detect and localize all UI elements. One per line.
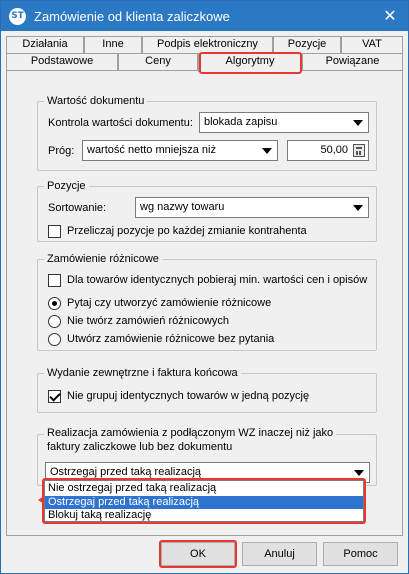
window-title: Zamówienie od klienta zaliczkowe [34, 9, 230, 24]
realizacja-value: Ostrzegaj przed taką realizacją [50, 466, 202, 478]
tab-algorytmy[interactable]: Algorytmy [198, 53, 302, 72]
prog-amount: 50,00 [320, 144, 348, 156]
sortowanie-label: Sortowanie: [48, 202, 107, 214]
close-icon[interactable]: ✕ [380, 6, 400, 26]
tab-powiazane[interactable]: Powiązane [302, 53, 403, 70]
min-wartosci-checkbox[interactable] [48, 274, 61, 287]
group-wartosc-dokumentu: Wartość dokumentu Kontrola wartości doku… [37, 94, 377, 171]
dropdown-option-nie-ostrzegaj[interactable]: Nie ostrzegaj przed taką realizacją [45, 482, 363, 495]
kontrola-value: blokada zapisu [204, 116, 278, 128]
kontrola-combo[interactable]: blokada zapisu [199, 112, 369, 133]
tab-podpis-elektroniczny[interactable]: Podpis elektroniczny [142, 36, 273, 53]
cancel-button[interactable]: Anuluj [242, 542, 317, 566]
ok-button[interactable]: OK [161, 542, 235, 566]
calculator-icon[interactable] [353, 144, 365, 157]
title-bar[interactable]: ST Zamówienie od klienta zaliczkowe ✕ [1, 1, 408, 31]
chevron-down-icon [354, 470, 364, 476]
chevron-down-icon [353, 205, 363, 211]
radio-utworz[interactable] [48, 333, 61, 346]
prog-label: Próg: [48, 145, 75, 157]
radio-pytaj[interactable] [48, 297, 61, 310]
app-logo-icon: ST [9, 8, 26, 25]
prog-amount-input[interactable]: 50,00 [287, 140, 369, 161]
przeliczaj-label: Przeliczaj pozycje po każdej zmianie kon… [67, 225, 307, 237]
tab-podstawowe[interactable]: Podstawowe [6, 53, 118, 70]
dropdown-option-blokuj[interactable]: Blokuj taką realizację [45, 509, 363, 522]
legend-line-1: Realizacja zamówienia z podłączonym WZ i… [47, 427, 334, 439]
dropdown-option-ostrzegaj[interactable]: Ostrzegaj przed taką realizacją [45, 496, 363, 509]
group-zamowienie-roznicowe: Zamówienie różnicowe Dla towarów identyc… [37, 252, 377, 351]
legend-line-2: faktury zaliczkowe lub bez dokumentu [47, 441, 233, 453]
algorytmy-panel: Wartość dokumentu Kontrola wartości doku… [6, 70, 403, 536]
group-legend: Pozycje [44, 179, 89, 193]
tab-inne[interactable]: Inne [84, 36, 142, 53]
radio-nie-tworz-label: Nie twórz zamówień różnicowych [67, 315, 229, 327]
radio-pytaj-label: Pytaj czy utworzyć zamówienie różnicowe [67, 297, 272, 309]
min-wartosci-label: Dla towarów identycznych pobieraj min. w… [67, 274, 368, 286]
tab-pozycje[interactable]: Pozycje [273, 36, 341, 53]
tab-dzialania[interactable]: Działania [6, 36, 84, 53]
pointer-arrow-icon [38, 496, 44, 504]
tab-ceny[interactable]: Ceny [118, 53, 198, 70]
realizacja-dropdown-list: Nie ostrzegaj przed taką realizacją Ostr… [44, 480, 364, 522]
group-legend: Wartość dokumentu [44, 94, 148, 108]
help-button[interactable]: Pomoc [323, 542, 398, 566]
group-wydanie-zewnetrzne: Wydanie zewnętrzne i faktura końcowa Nie… [37, 366, 377, 413]
dialog-window: ST Zamówienie od klienta zaliczkowe ✕ Dz… [0, 0, 409, 574]
tab-vat[interactable]: VAT [341, 36, 403, 53]
prog-value: wartość netto mniejsza niż [87, 144, 216, 156]
group-legend: Realizacja zamówienia z podłączonym WZ i… [44, 426, 337, 454]
sortowanie-value: wg nazwy towaru [140, 201, 225, 213]
chevron-down-icon [262, 148, 272, 154]
przeliczaj-checkbox[interactable] [48, 225, 61, 238]
kontrola-label: Kontrola wartości dokumentu: [48, 117, 193, 129]
group-legend: Zamówienie różnicowe [44, 252, 162, 266]
group-legend: Wydanie zewnętrzne i faktura końcowa [44, 366, 241, 380]
nie-grupuj-label: Nie grupuj identycznych towarów w jedną … [67, 390, 310, 402]
radio-nie-tworz[interactable] [48, 315, 61, 328]
sortowanie-combo[interactable]: wg nazwy towaru [135, 197, 369, 218]
radio-utworz-label: Utwórz zamówienie różnicowe bez pytania [67, 333, 275, 345]
nie-grupuj-checkbox[interactable] [48, 390, 61, 403]
prog-combo[interactable]: wartość netto mniejsza niż [82, 140, 278, 161]
chevron-down-icon [353, 120, 363, 126]
group-pozycje: Pozycje Sortowanie: wg nazwy towaru Prze… [37, 179, 377, 242]
